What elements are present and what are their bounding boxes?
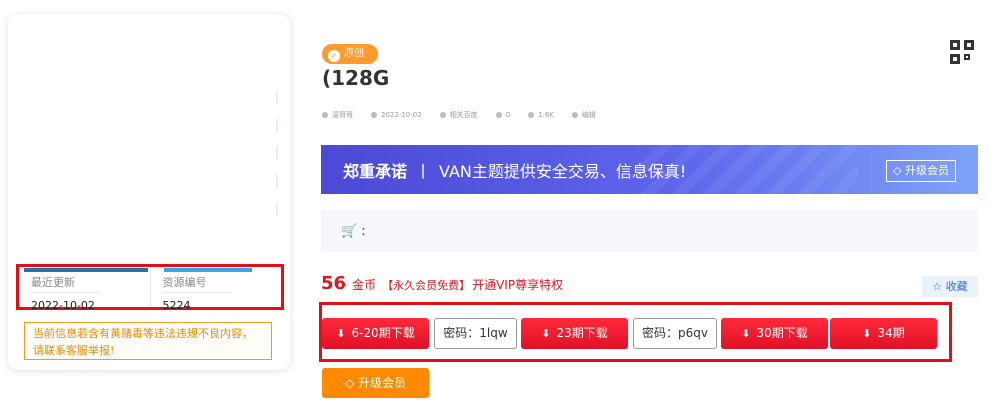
cart-label: :	[361, 223, 366, 239]
resource-meta: 最近更新 2022-10-02 资源编号 5224	[16, 264, 284, 312]
download-icon: ⬇	[741, 327, 751, 340]
download-button-23[interactable]: ⬇ 23期下载	[521, 318, 628, 349]
favorite-button[interactable]: ☆ 收藏	[922, 276, 978, 297]
download-icon: ⬇	[336, 327, 346, 340]
price-row: 56 金币 【永久会员免费】 开通VIP尊享特权	[321, 273, 563, 294]
user-icon	[322, 112, 328, 118]
price-unit: 金币	[352, 278, 377, 292]
qrcode-corner	[950, 54, 960, 64]
upgrade-label: 升级会员	[358, 376, 407, 390]
banner-strong-text: 郑重承诺	[343, 161, 408, 181]
meta-label: 资源编号	[162, 274, 231, 293]
post-info-row: 温哥哥 2022-10-02 相关百度 0 1.6K 编辑	[322, 110, 596, 120]
eye-icon	[528, 112, 535, 118]
download-icon: ⬇	[862, 327, 872, 340]
qrcode-icon[interactable]	[950, 40, 974, 64]
download-button-6-20[interactable]: ⬇ 6-20期下载	[322, 318, 429, 349]
original-tag: ✓ 原创	[322, 44, 378, 64]
resource-thumbnail[interactable]	[24, 30, 280, 272]
meta-value: 5224	[162, 299, 191, 312]
views-info: 1.6K	[528, 110, 554, 120]
qrcode-corner	[964, 40, 974, 50]
download-button-34[interactable]: ⬇ 34期	[830, 318, 937, 349]
resource-card	[8, 14, 290, 370]
price-amount: 56	[321, 273, 347, 294]
password-box: 密码：1lqw	[434, 318, 517, 349]
diamond-icon: ◇	[344, 376, 355, 390]
star-icon: ☆	[932, 280, 943, 293]
edit-info[interactable]: 编辑	[571, 110, 596, 120]
banner-upgrade-label: 升级会员	[905, 164, 949, 177]
meta-label: 最近更新	[31, 274, 99, 293]
banner-decoration	[638, 145, 858, 194]
promise-banner: 郑重承诺 丨 VAN主题提供安全交易、信息保真! ◇ 升级会员	[321, 145, 978, 194]
qrcode-corner	[950, 40, 960, 50]
comment-icon	[495, 112, 502, 118]
cart-icon: 🛒	[341, 223, 358, 239]
banner-separator: 丨	[415, 161, 432, 181]
report-warning: 当前信息若含有黄赌毒等违法违规不良内容，请联系客服举报!	[24, 322, 272, 360]
author-info[interactable]: 温哥哥	[322, 110, 353, 120]
original-icon: ✓	[328, 50, 340, 62]
cart-bar: 🛒 :	[321, 210, 978, 252]
folder-icon	[439, 112, 446, 118]
meta-resource-id: 资源编号 5224	[149, 267, 282, 312]
meta-value: 2022-10-02	[31, 299, 95, 312]
date-info: 2022-10-02	[371, 110, 422, 120]
open-vip-link[interactable]: 开通VIP尊享特权	[472, 276, 563, 293]
edit-link: 编辑	[581, 111, 596, 119]
post-title: (128G	[322, 66, 390, 90]
download-label: 30期下载	[756, 326, 808, 340]
diamond-icon: ◇	[893, 164, 902, 177]
download-links: ⬇ 6-20期下载 密码：1lqw ⬇ 23期下载 密码：p6qv ⬇ 30期下载 ⬇…	[319, 302, 952, 362]
download-label: 23期下载	[556, 326, 608, 340]
comment-info[interactable]: 0	[495, 110, 511, 120]
category-info[interactable]: 相关百度	[439, 110, 478, 120]
banner-upgrade-button[interactable]: ◇ 升级会员	[886, 160, 956, 182]
upgrade-member-button[interactable]: ◇ 升级会员	[322, 368, 429, 398]
clock-icon	[371, 112, 377, 118]
comment-count: 0	[505, 111, 511, 119]
password-box: 密码：p6qv	[633, 318, 717, 349]
edit-icon	[571, 112, 578, 118]
post-date: 2022-10-02	[381, 111, 422, 119]
tag-label: 原创	[344, 48, 364, 59]
download-label: 34期	[877, 326, 905, 340]
download-button-30[interactable]: ⬇ 30期下载	[721, 318, 828, 349]
thumbnail-decoration	[276, 90, 278, 220]
page: 最近更新 2022-10-02 资源编号 5224 当前信息若含有黄赌毒等违法违…	[0, 0, 990, 414]
category-name: 相关百度	[449, 111, 478, 119]
favorite-label: 收藏	[945, 280, 968, 293]
view-count: 1.6K	[538, 111, 554, 119]
meta-last-updated: 最近更新 2022-10-02	[19, 267, 150, 312]
qrcode-corner	[964, 54, 970, 60]
member-free-text: 【永久会员免费】	[382, 279, 471, 292]
download-icon: ⬇	[541, 327, 551, 340]
download-label: 6-20期下载	[351, 326, 415, 340]
author-name: 温哥哥	[332, 111, 353, 119]
